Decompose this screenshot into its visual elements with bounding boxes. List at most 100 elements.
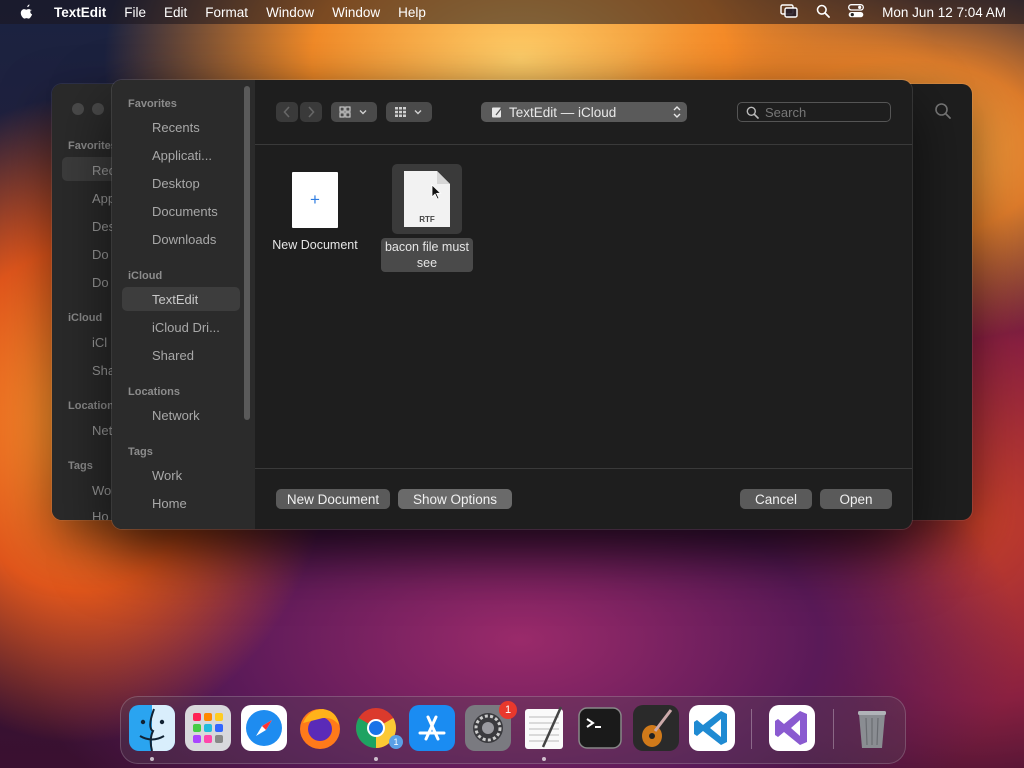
bg-section-favorites: Favorites [68,140,117,152]
guitar-icon [633,705,679,751]
menu-app-name[interactable]: TextEdit [48,5,115,20]
bg-item[interactable]: iCl [92,335,107,350]
search-icon [746,106,759,119]
bg-item[interactable]: Do [92,275,109,290]
textedit-doc-icon [492,107,503,118]
firefox-icon [300,709,340,749]
sidebar-item-tag-work[interactable]: Work [128,463,242,487]
sidebar-section-favorites: Favorites [128,98,177,110]
chevron-right-icon [308,106,315,118]
open-button[interactable]: Open [820,489,892,509]
menu-help[interactable]: Help [389,5,435,20]
sidebar-section-locations: Locations [128,386,180,398]
menu-window[interactable]: Window [323,5,389,20]
bg-item[interactable]: Wo [92,483,111,498]
document-icon [128,204,142,218]
menu-view[interactable]: Window [257,5,323,20]
dock-separator [833,709,834,749]
menu-clock[interactable]: Mon Jun 12 7:04 AM [882,5,1006,20]
dock-garageband[interactable] [633,705,679,751]
dock-terminal[interactable] [577,705,623,751]
finder-icon [129,705,175,751]
running-indicator [374,757,378,761]
shared-folder-icon [128,348,142,362]
dock-trash[interactable] [849,705,895,751]
tag-icon [128,468,142,482]
dock-firefox[interactable] [297,705,343,751]
sidebar-item-downloads[interactable]: Downloads [128,227,242,251]
sidebar-item-shared[interactable]: Shared [128,343,242,367]
running-indicator [150,757,154,761]
dock-vscode[interactable] [689,705,735,751]
sidebar-item-applications[interactable]: Applicati... [128,143,242,167]
show-options-button[interactable]: Show Options [398,489,512,509]
close-dot-icon[interactable] [72,103,84,115]
file-name-label[interactable]: bacon file must see [381,238,473,272]
visual-studio-icon [769,705,815,751]
screen-mirroring-icon[interactable] [780,3,798,21]
menu-format[interactable]: Format [196,5,257,20]
terminal-icon [578,707,622,749]
spotlight-search-icon[interactable] [816,4,831,21]
textedit-icon [525,706,563,749]
bg-section-tags: Tags [68,460,93,472]
bg-item[interactable]: Do [92,247,109,262]
file-browser: + New Document RTF bacon file must see [255,144,912,468]
menu-file[interactable]: File [115,5,155,20]
dialog-toolbar: TextEdit — iCloud Search [255,80,912,145]
minimize-dot-icon[interactable] [92,103,104,115]
apple-menu-icon[interactable] [18,4,34,20]
open-dialog: Favorites Recents Applicati... Desktop D… [112,80,912,529]
new-document-label[interactable]: New Document [265,238,365,252]
back-button[interactable] [276,102,298,122]
dock-chrome[interactable]: 1 [353,705,403,751]
chrome-update-badge: 1 [389,735,403,749]
bg-search-icon[interactable] [934,102,952,125]
dock-textedit[interactable] [521,705,567,751]
trash-icon [858,711,886,748]
sidebar-item-documents[interactable]: Documents [128,199,242,223]
rtf-document-icon: RTF [404,171,450,227]
location-label: TextEdit — iCloud [509,104,617,120]
bg-section-icloud: iCloud [68,312,103,324]
dock: 1 1 [120,696,906,764]
sidebar-item-icloud-drive[interactable]: iCloud Dri... [128,315,242,339]
download-icon [128,232,142,246]
location-popup[interactable]: TextEdit — iCloud [481,102,687,122]
chevron-left-icon [283,106,290,118]
menu-bar: TextEdit File Edit Format Window Window … [0,0,1024,24]
menu-edit[interactable]: Edit [155,5,196,20]
sidebar-scrollbar[interactable] [244,86,250,420]
dock-separator [751,709,752,749]
forward-button[interactable] [300,102,322,122]
dock-finder[interactable] [129,705,175,751]
view-mode-button[interactable] [331,102,377,122]
new-document-button[interactable]: New Document [276,489,390,509]
desktop-icon [128,176,142,190]
launchpad-icon [185,705,231,751]
nav-buttons [276,102,322,122]
sidebar-item-network[interactable]: Network [128,403,242,427]
bg-section-locations: Location [68,400,114,412]
control-center-icon[interactable] [848,3,865,21]
sidebar-item-tag-home[interactable]: Home [128,491,242,515]
bg-item[interactable]: Net [92,423,112,438]
dock-app-store[interactable] [409,705,455,751]
group-by-button[interactable] [386,102,432,122]
search-placeholder: Search [765,104,807,120]
app-store-icon [409,705,455,751]
grid-view-icon [339,106,367,118]
dock-launchpad[interactable] [185,705,231,751]
sidebar-item-recents[interactable]: Recents [128,115,242,139]
dock-system-settings[interactable]: 1 [465,701,517,751]
new-document-icon[interactable]: + [292,172,338,228]
file-tile-selected[interactable]: RTF [392,164,462,234]
cancel-button[interactable]: Cancel [740,489,812,509]
sidebar-item-textedit[interactable]: TextEdit [122,287,240,311]
svg-text:RTF: RTF [419,215,435,224]
dock-safari[interactable] [241,705,287,751]
search-field[interactable]: Search [737,102,891,122]
sidebar-item-desktop[interactable]: Desktop [128,171,242,195]
dock-visual-studio[interactable] [769,705,815,751]
bg-item[interactable]: Ho [92,509,109,520]
